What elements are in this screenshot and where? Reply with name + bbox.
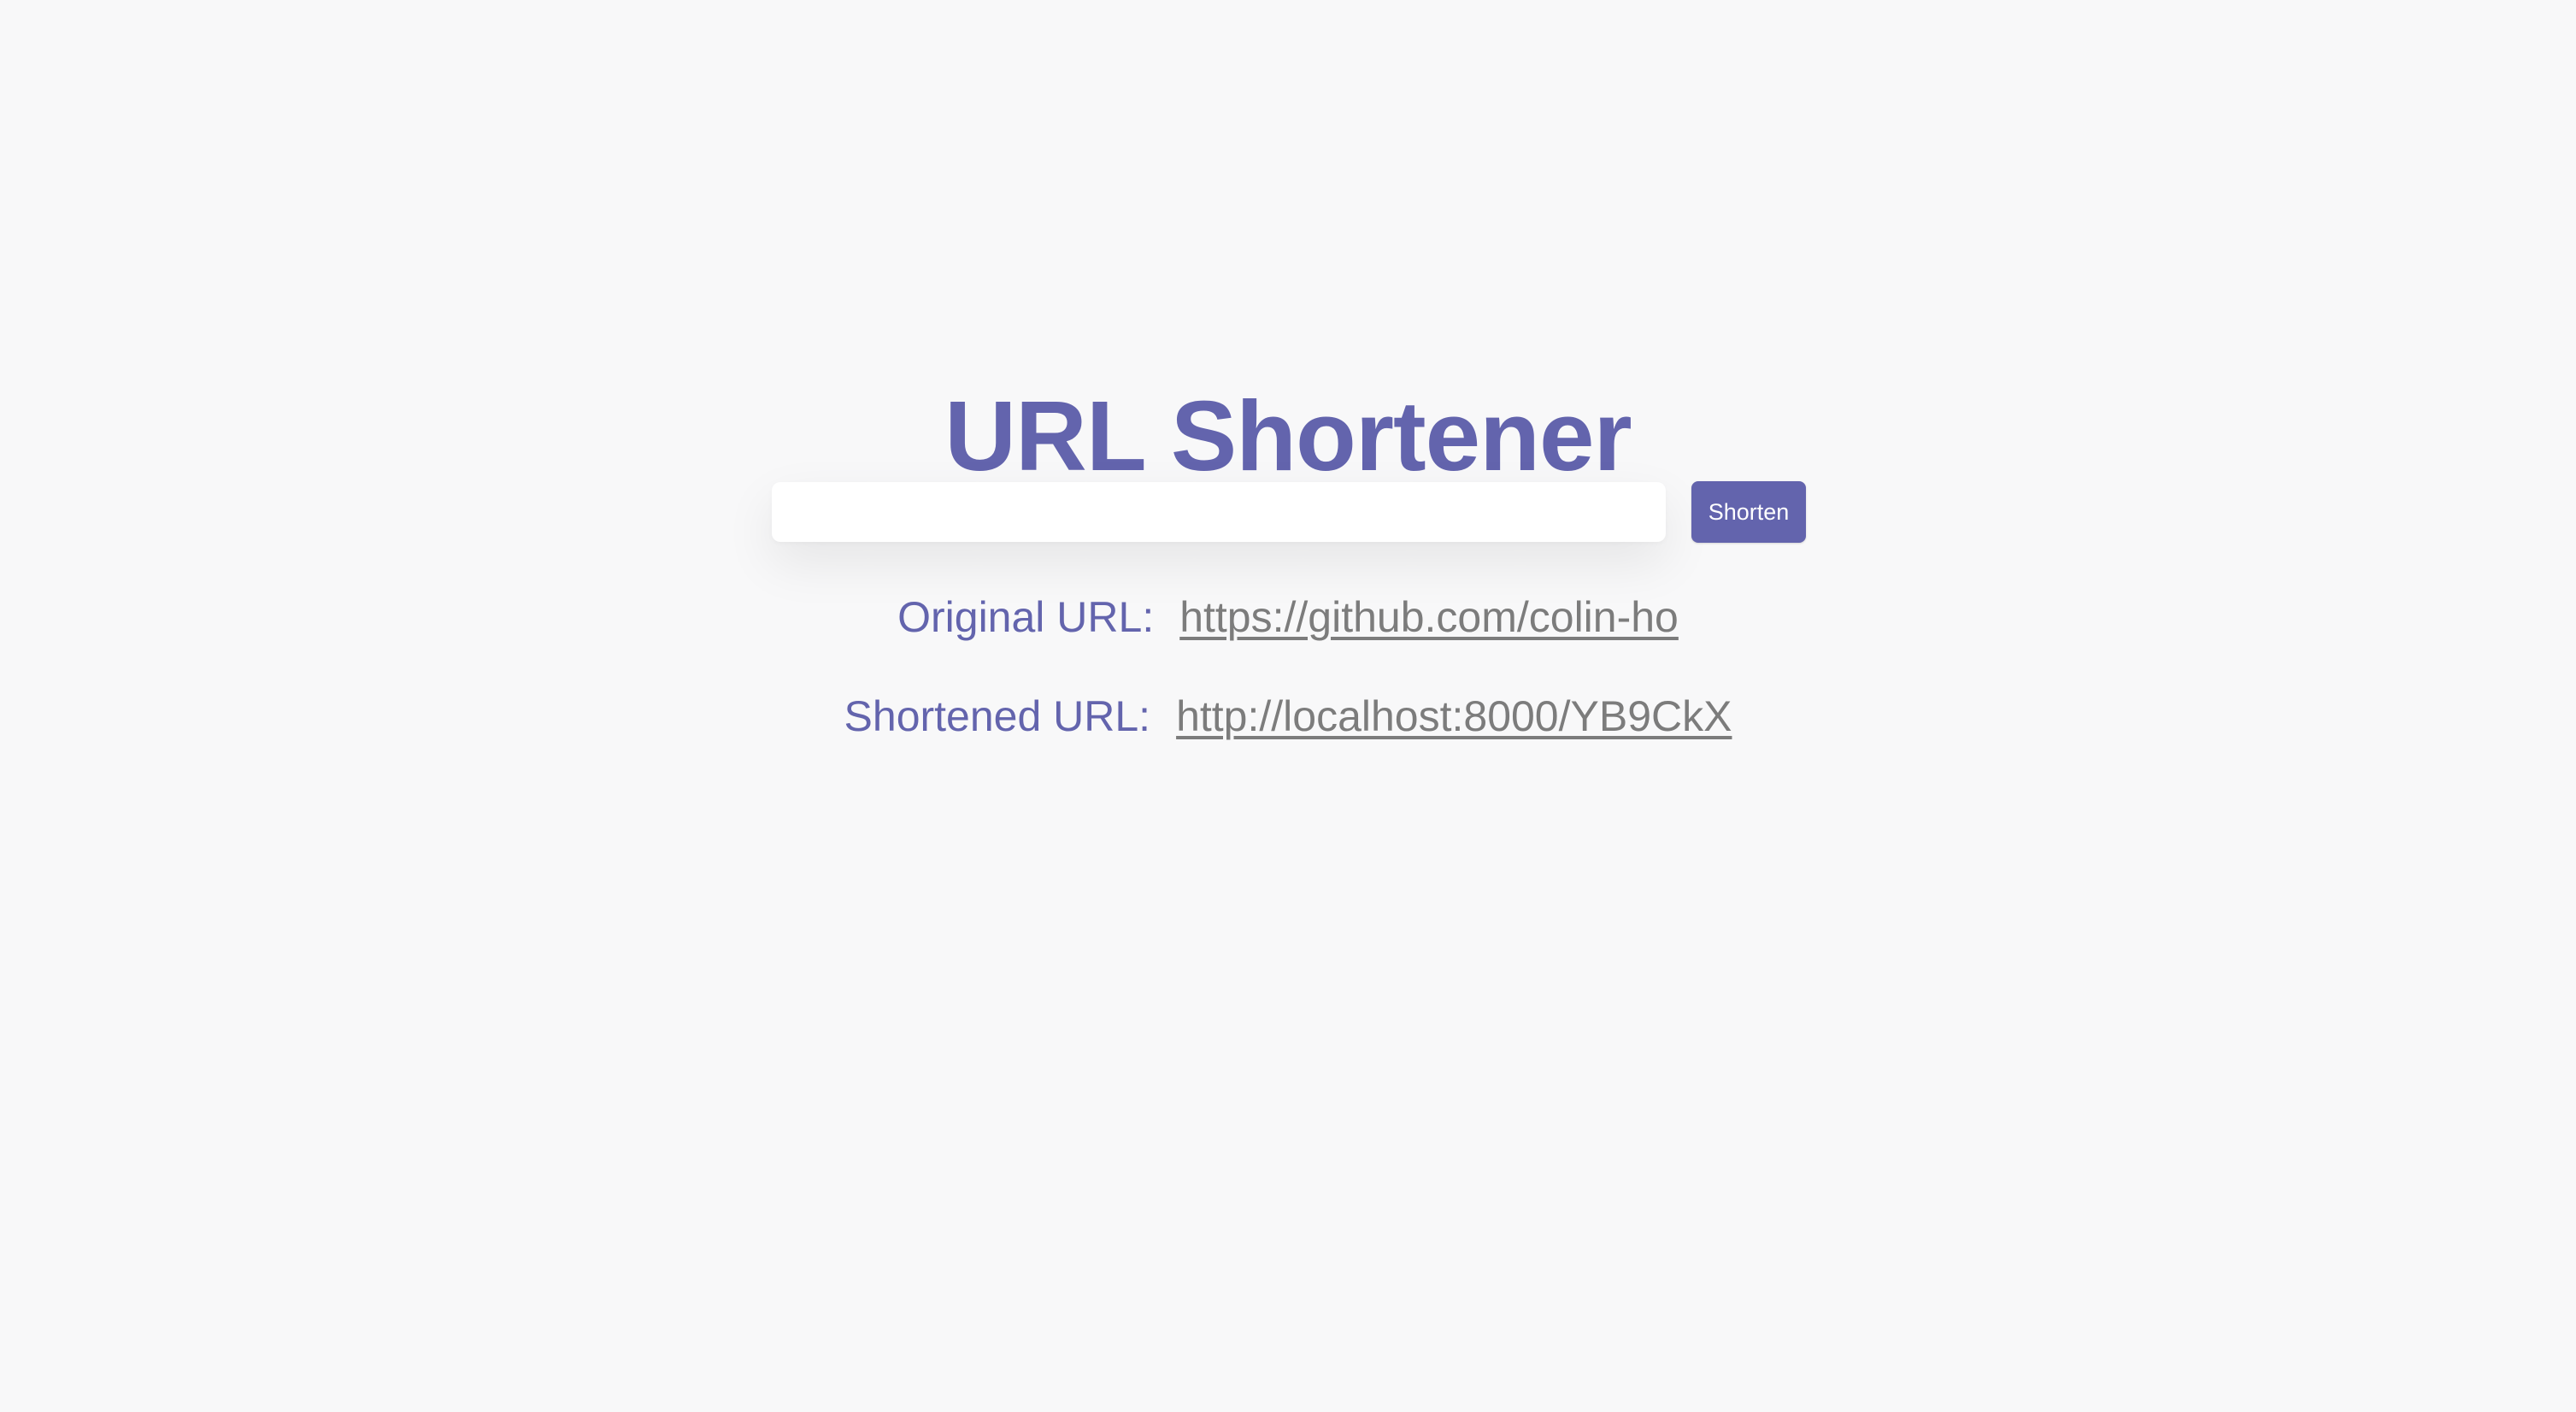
shortened-url-label: Shortened URL: <box>844 692 1151 740</box>
shortened-url-row: Shortened URL: http://localhost:8000/YB9C… <box>0 691 2576 742</box>
original-url-row: Original URL: https://github.com/colin-ho <box>0 591 2576 643</box>
page: URL Shortener Shorten Original URL: https… <box>0 0 2576 1412</box>
url-input[interactable] <box>772 482 1666 542</box>
page-title: URL Shortener <box>944 379 1632 491</box>
shorten-button[interactable]: Shorten <box>1691 481 1806 543</box>
original-url-link[interactable]: https://github.com/colin-ho <box>1179 593 1679 641</box>
original-url-label: Original URL: <box>897 593 1155 641</box>
shorten-form: Shorten <box>772 481 1806 543</box>
shortened-url-link[interactable]: http://localhost:8000/YB9CkX <box>1176 692 1732 740</box>
